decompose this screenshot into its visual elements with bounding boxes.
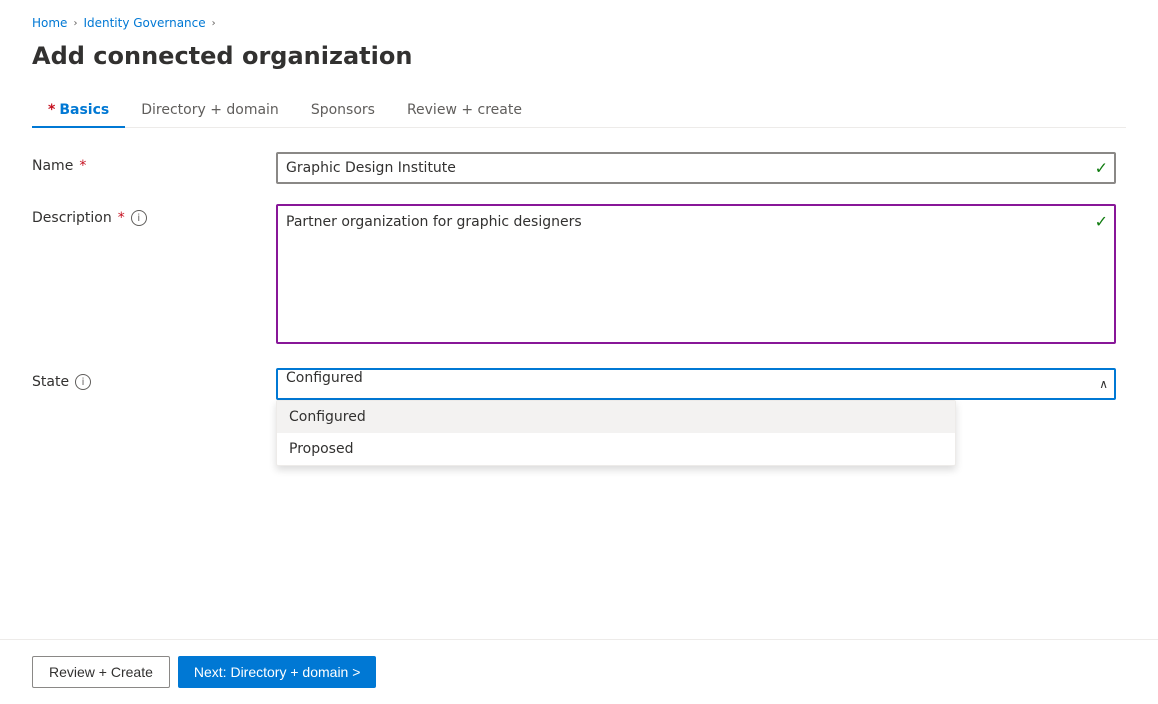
- description-textarea[interactable]: [276, 204, 1116, 344]
- description-check-icon: ✓: [1095, 212, 1108, 231]
- name-required-star: *: [79, 158, 86, 174]
- review-create-button[interactable]: Review + Create: [32, 656, 170, 688]
- state-option-proposed[interactable]: Proposed: [277, 433, 955, 465]
- state-select-wrapper: Configured ∧ Configured Proposed: [276, 368, 1116, 400]
- state-row: State i Configured ∧ Configured Proposed: [32, 368, 1126, 400]
- name-input-wrapper: ✓: [276, 152, 1116, 184]
- breadcrumb-sep-1: ›: [73, 18, 77, 29]
- state-info-icon[interactable]: i: [75, 374, 91, 390]
- next-button[interactable]: Next: Directory + domain >: [178, 656, 377, 688]
- state-option-configured[interactable]: Configured: [277, 401, 955, 433]
- tab-sponsors[interactable]: Sponsors: [295, 94, 391, 128]
- state-field: Configured ∧ Configured Proposed: [276, 368, 1116, 400]
- state-label: State i: [32, 368, 252, 390]
- name-label: Name *: [32, 152, 252, 174]
- tab-review-create[interactable]: Review + create: [391, 94, 538, 128]
- tab-directory-domain[interactable]: Directory + domain: [125, 94, 295, 128]
- breadcrumb: Home › Identity Governance ›: [32, 16, 1126, 30]
- breadcrumb-identity-governance[interactable]: Identity Governance: [83, 16, 205, 30]
- state-select[interactable]: Configured: [276, 368, 1116, 400]
- tab-bar: *Basics Directory + domain Sponsors Revi…: [32, 94, 1126, 128]
- footer: Review + Create Next: Directory + domain…: [0, 639, 1158, 704]
- name-input[interactable]: [276, 152, 1116, 184]
- name-field: ✓: [276, 152, 1116, 184]
- tab-basics-star: *: [48, 102, 55, 118]
- page-title: Add connected organization: [32, 42, 1126, 70]
- breadcrumb-sep-2: ›: [212, 18, 216, 29]
- description-textarea-wrapper: ✓: [276, 204, 1116, 348]
- description-required-star: *: [118, 210, 125, 226]
- tab-basics[interactable]: *Basics: [32, 94, 125, 128]
- name-row: Name * ✓: [32, 152, 1126, 184]
- state-dropdown-menu: Configured Proposed: [276, 400, 956, 466]
- breadcrumb-home[interactable]: Home: [32, 16, 67, 30]
- description-field: ✓: [276, 204, 1116, 348]
- name-check-icon: ✓: [1095, 159, 1108, 178]
- description-row: Description * i ✓: [32, 204, 1126, 348]
- description-label: Description * i: [32, 204, 252, 226]
- description-info-icon[interactable]: i: [131, 210, 147, 226]
